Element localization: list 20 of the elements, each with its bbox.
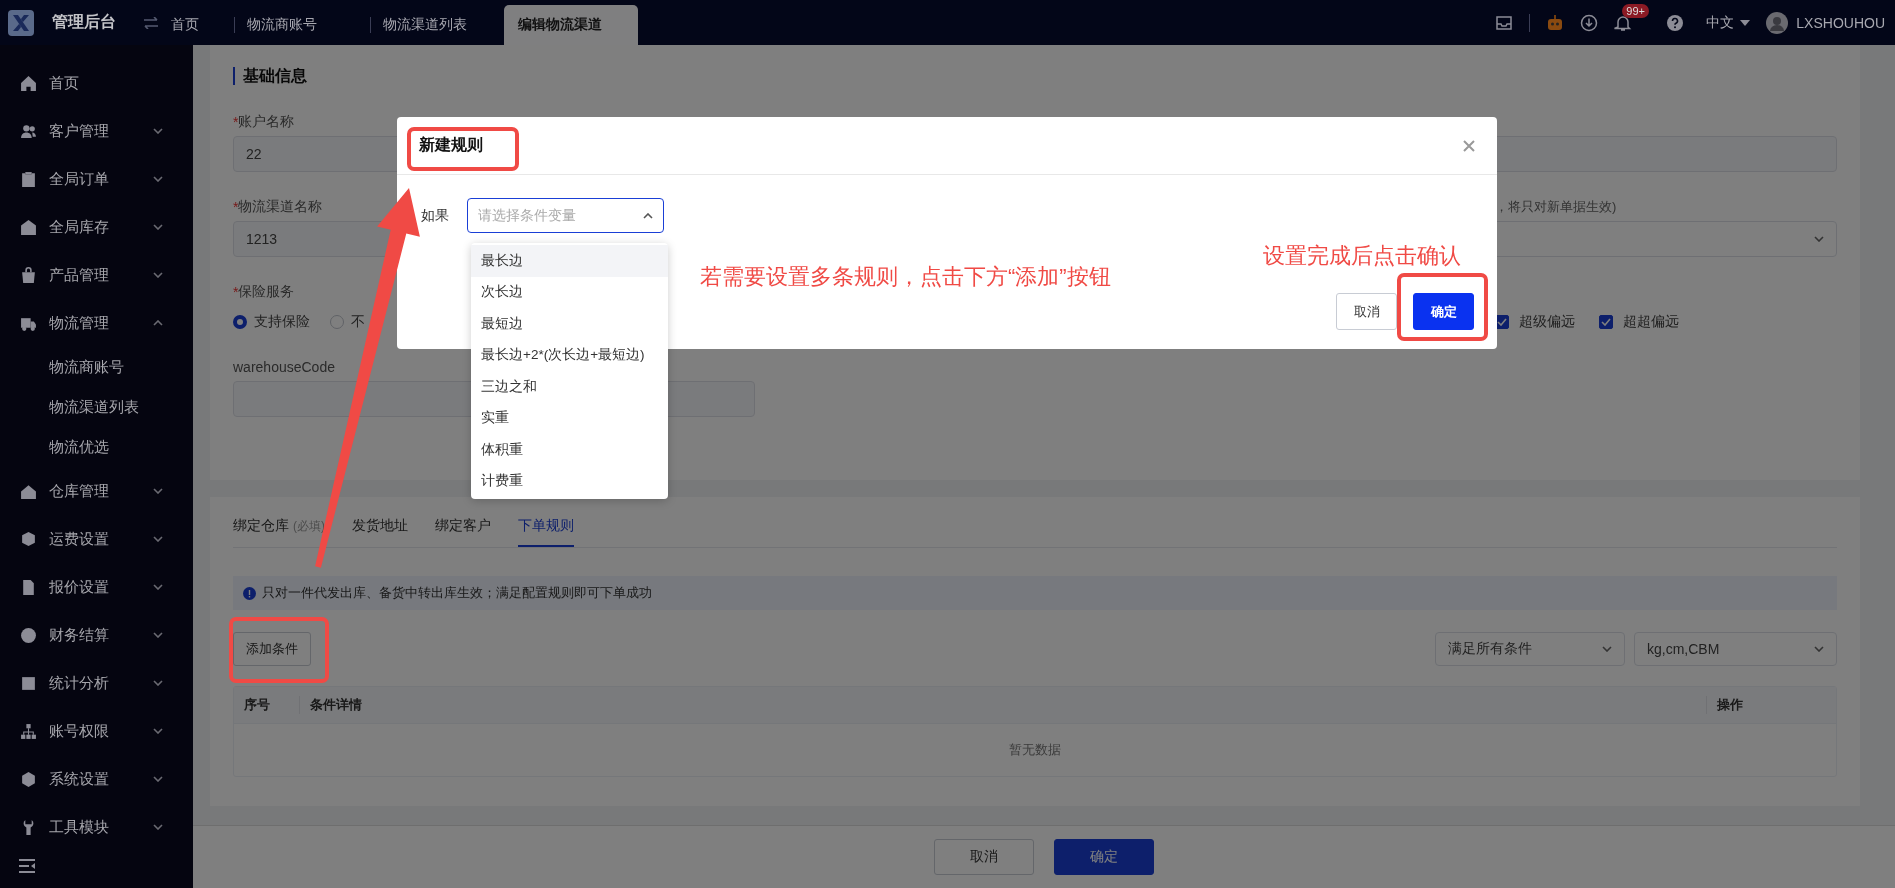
- required-mark: *: [233, 199, 239, 215]
- annotation-note: 若需要设置多条规则，点击下方“添加”按钮: [700, 263, 1111, 291]
- empty-text: 暂无数据: [1009, 741, 1061, 759]
- notice-text: 只对一件代发出库、备货中转出库生效；满足配置规则即可下单成功: [262, 584, 652, 602]
- column-header: 序号: [243, 696, 271, 714]
- required-mark: *: [233, 284, 239, 300]
- required-mark: *: [233, 114, 239, 130]
- annotation-note: 设置完成后点击确认: [1263, 242, 1461, 270]
- section-title: 基础信息: [233, 67, 307, 85]
- field-label: 保险服务: [238, 283, 295, 301]
- condition-label: 如果: [421, 206, 449, 225]
- dialog-title: 新建规则: [419, 135, 483, 155]
- column-header: 条件详情: [299, 696, 1706, 714]
- notification-badge: 99+: [1622, 3, 1649, 18]
- field-label: 物流渠道名称: [238, 198, 323, 216]
- column-header: 操作: [1706, 696, 1836, 714]
- field-hint: ，将只对新单据生效): [1495, 198, 1617, 216]
- app-title: 管理后台: [52, 12, 116, 32]
- field-label: warehouseCode: [233, 359, 335, 375]
- field-label: 账户名称: [238, 113, 295, 131]
